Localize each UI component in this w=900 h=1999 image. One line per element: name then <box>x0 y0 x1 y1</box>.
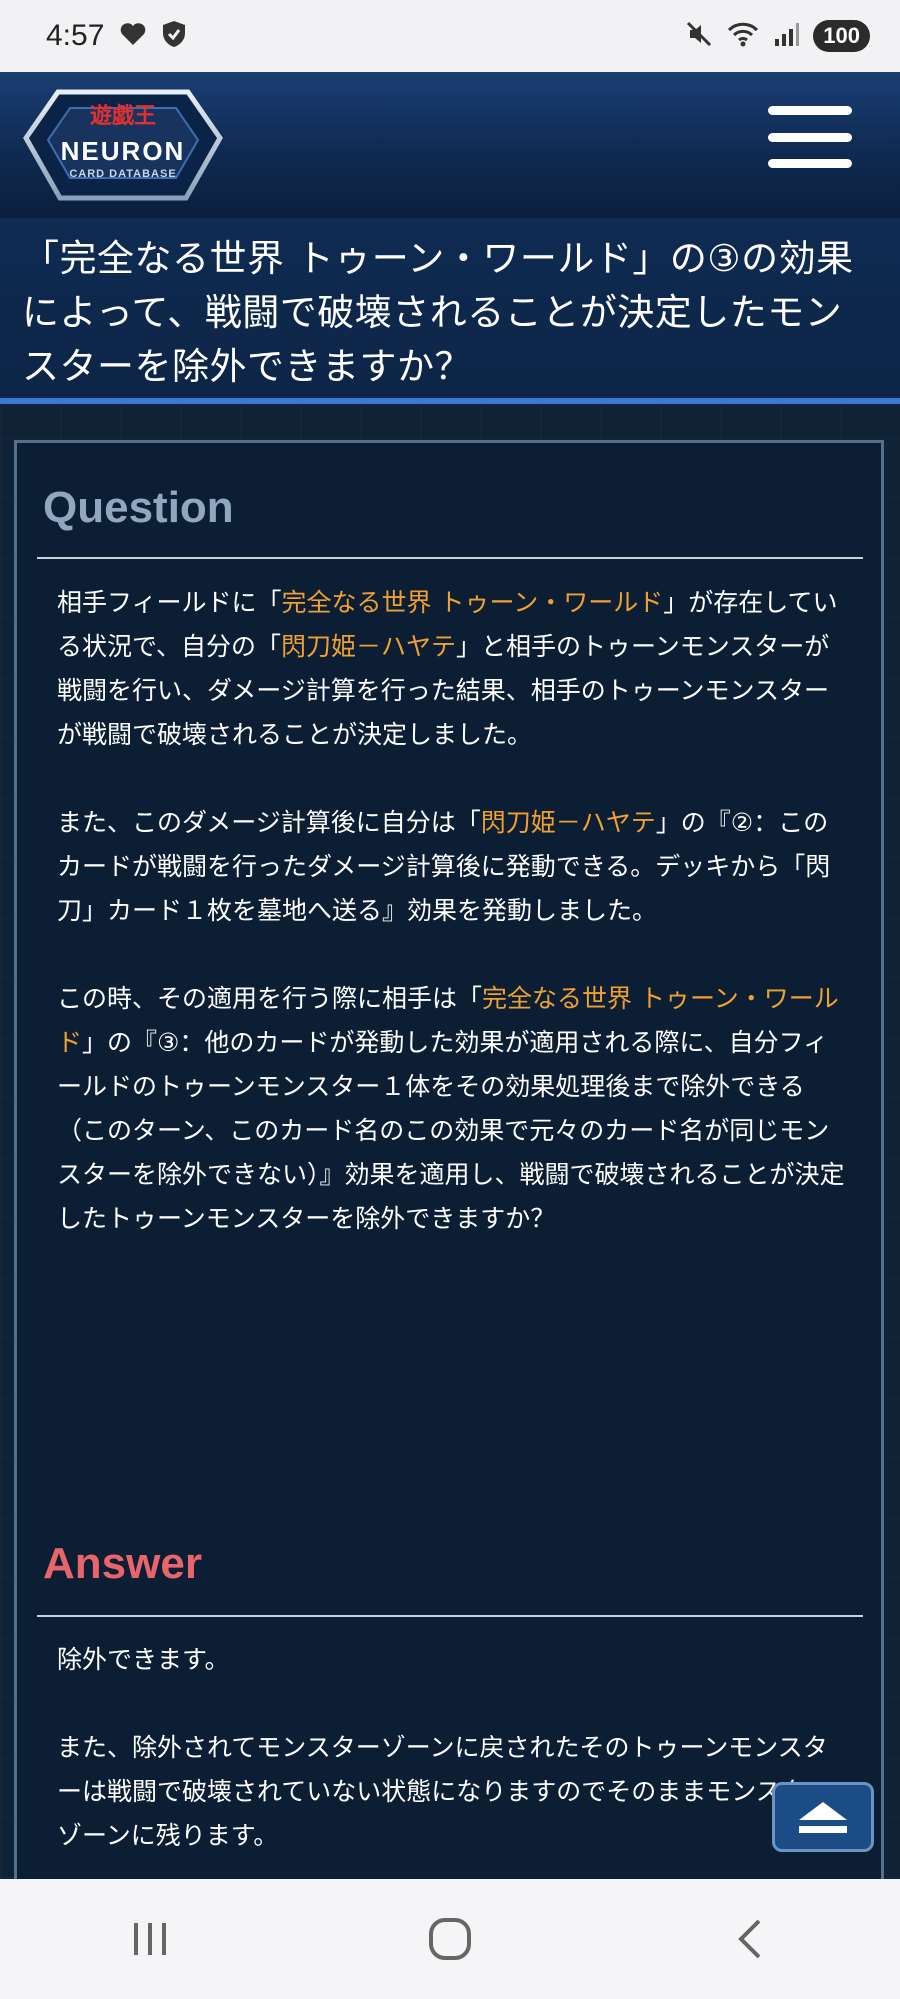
content-area: Question 相手フィールドに「完全なる世界 トゥーン・ワールド」が存在して… <box>0 404 900 1900</box>
home-button[interactable] <box>420 1909 480 1969</box>
answer-paragraph: 除外できます。 <box>57 1645 230 1674</box>
status-time: 4:57 <box>46 19 105 52</box>
answer-heading: Answer <box>43 1539 202 1588</box>
menu-icon-bar <box>768 132 852 142</box>
question-divider <box>37 557 863 559</box>
question-paragraph: この時、その適用を行う際に相手は「完全なる世界 トゥーン・ワールド」の『③：他の… <box>57 977 847 1241</box>
recent-apps-button[interactable] <box>120 1909 180 1969</box>
text-segment: また、このダメージ計算後に自分は「 <box>57 808 481 837</box>
text-segment: 相手フィールドに「 <box>57 588 282 617</box>
card-link[interactable]: 閃刀姫－ハヤテ <box>481 808 656 837</box>
question-paragraph: 相手フィールドに「完全なる世界 トゥーン・ワールド」が存在している状況で、自分の… <box>57 581 847 757</box>
recent-apps-icon <box>134 1923 166 1955</box>
page-title: 「完全なる世界 トゥーン・ワールド」の③の効果によって、戦闘で破壊されることが決… <box>22 237 854 388</box>
back-button[interactable] <box>720 1909 780 1969</box>
system-navigation-bar <box>0 1879 900 1999</box>
heart-icon <box>120 22 146 50</box>
question-body: 相手フィールドに「完全なる世界 トゥーン・ワールド」が存在している状況で、自分の… <box>57 581 847 1285</box>
site-header: 遊戯王 NEURON CARD DATABASE <box>0 72 900 218</box>
text-segment: 」の『③：他のカードが発動した効果が適用される際に、自分フィールドのトゥーンモン… <box>57 1028 845 1233</box>
scroll-to-top-button[interactable] <box>772 1782 874 1852</box>
eject-icon-bar <box>799 1825 847 1833</box>
menu-icon-bar <box>768 106 852 115</box>
faq-panel: Question 相手フィールドに「完全なる世界 トゥーン・ワールド」が存在して… <box>14 440 884 1900</box>
menu-icon-bar <box>768 159 852 168</box>
answer-paragraph: また、除外されてモンスターゾーンに戻されたそのトゥーンモンスターは戦闘で破壊され… <box>57 1733 831 1850</box>
status-left: 4:57 <box>46 19 186 53</box>
back-icon <box>738 1919 761 1959</box>
status-bar: 4:57 100 <box>0 0 900 72</box>
question-heading: Question <box>43 483 234 532</box>
card-link[interactable]: 完全なる世界 トゥーン・ワールド <box>282 588 664 617</box>
status-right: 100 <box>685 20 870 52</box>
home-icon <box>429 1918 471 1960</box>
hamburger-menu-button[interactable] <box>768 106 852 168</box>
neuron-logo[interactable]: 遊戯王 NEURON CARD DATABASE <box>18 78 228 212</box>
answer-body: 除外できます。 また、除外されてモンスターゾーンに戻されたそのトゥーンモンスター… <box>57 1638 847 1902</box>
eject-icon <box>799 1801 847 1820</box>
signal-icon <box>773 21 800 51</box>
battery-indicator: 100 <box>813 20 870 52</box>
answer-divider <box>37 1615 863 1617</box>
shield-icon <box>162 20 186 52</box>
logo-title: NEURON <box>60 136 186 166</box>
mute-icon <box>685 20 713 52</box>
question-paragraph: また、このダメージ計算後に自分は「閃刀姫－ハヤテ」の『②：このカードが戦闘を行っ… <box>57 801 847 933</box>
wifi-icon <box>727 21 759 51</box>
logo-subtitle: CARD DATABASE <box>69 168 177 180</box>
card-link[interactable]: 閃刀姫－ハヤテ <box>281 632 456 661</box>
title-banner: 「完全なる世界 トゥーン・ワールド」の③の効果によって、戦闘で破壊されることが決… <box>0 218 900 404</box>
text-segment: この時、その適用を行う際に相手は「 <box>57 984 483 1013</box>
logo-brand: 遊戯王 <box>89 104 156 129</box>
